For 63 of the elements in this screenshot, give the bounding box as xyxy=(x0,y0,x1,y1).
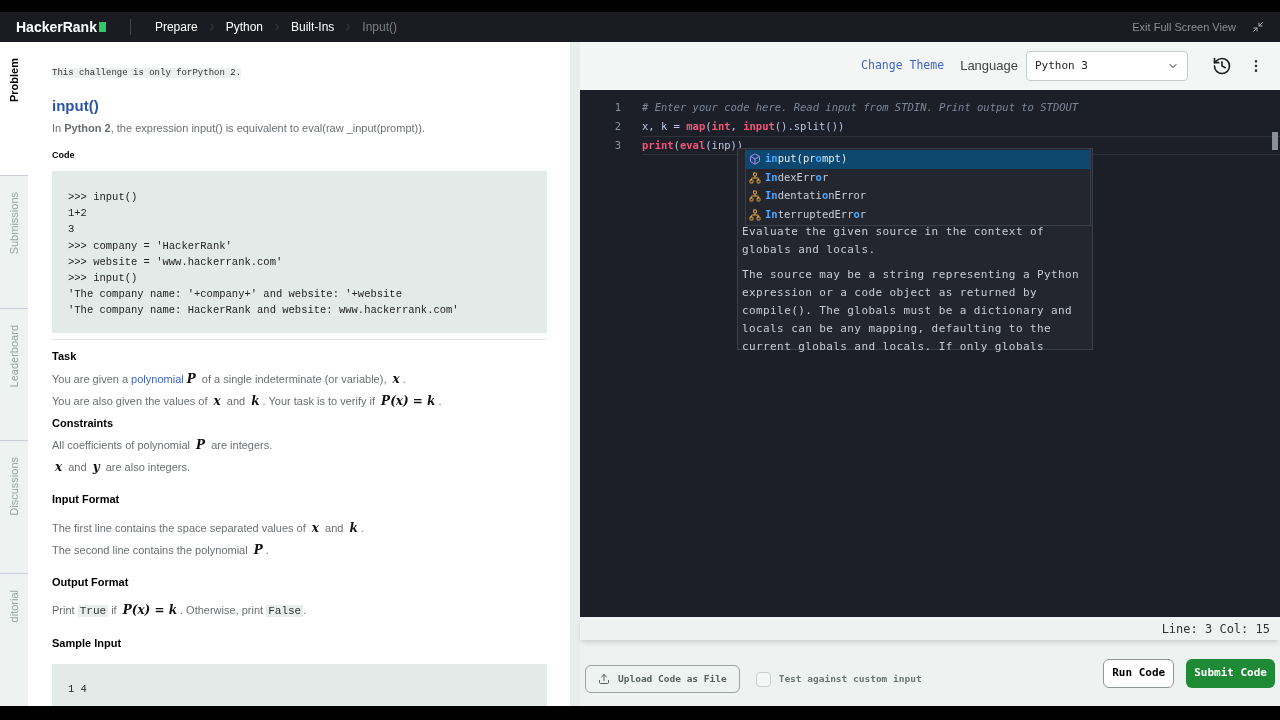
code-line: >>> company = 'HackerRank' xyxy=(68,238,232,254)
line-number: 2 xyxy=(613,118,621,134)
class-icon xyxy=(749,190,761,203)
class-icon xyxy=(749,208,761,221)
language-label: Language xyxy=(960,57,1018,76)
paragraph: The second line contains the polynomial P . xyxy=(52,541,270,559)
side-tab[interactable]: Problem xyxy=(0,42,28,175)
line-number: 3 xyxy=(613,137,621,153)
code-line: >>> website = 'www.hackerrank.com' xyxy=(68,254,283,270)
code-line: x, k = map(int, input().split()) xyxy=(642,118,846,134)
suggestion-item[interactable]: input(prompt) xyxy=(746,150,1090,169)
doc-paragraph: The source may be a string representing a Python expression or a code object as returned by compile(). The globals must be a dictionary and locals can be any mapping, defaulting to the current globals and locals. If only globals xyxy=(742,267,1080,355)
breadcrumb-link[interactable]: Python xyxy=(225,18,263,36)
paragraph: The first line contains the space separated values of x and k . xyxy=(52,519,365,537)
intro-text: In Python 2, the expression input() is equivalent to eval(raw _input(prompt)). xyxy=(52,121,426,136)
code-label: Code xyxy=(52,148,76,162)
paragraph: You are given a polynomial P of a single indeterminate (or variable), x . xyxy=(52,370,407,388)
problem-title: input() xyxy=(52,95,100,116)
submit-code-button[interactable]: Submit Code xyxy=(1186,658,1275,688)
checkbox[interactable] xyxy=(755,671,771,687)
code-line: 'The company name: '+company+' and website: '+website xyxy=(68,287,402,303)
paragraph: Print True if P(x) = k . Otherwise, print False . xyxy=(52,602,308,619)
breadcrumb-link[interactable]: Built-Ins xyxy=(291,18,335,36)
history-icon[interactable] xyxy=(1212,56,1232,76)
change-theme-link[interactable]: Change Theme xyxy=(861,57,945,75)
section-heading: Sample Input xyxy=(52,636,123,651)
run-code-button[interactable]: Run Code xyxy=(1103,658,1175,688)
code-editor[interactable] xyxy=(580,90,1280,617)
breadcrumb-link[interactable]: Input() xyxy=(362,18,398,36)
paragraph: All coefficients of polynomial P are integers. xyxy=(52,437,274,454)
polynomial-link[interactable]: polynomial xyxy=(131,372,184,385)
suggestion-item[interactable]: IndexError xyxy=(746,168,1090,187)
breadcrumb-link[interactable]: Prepare xyxy=(154,18,198,36)
suggestion-item[interactable]: IndentationError xyxy=(746,187,1090,206)
code-line: # Enter your code here. Read input from STDIN. Print output to STDOUT xyxy=(642,99,1080,115)
language-select[interactable]: Python 3 xyxy=(1026,51,1188,81)
code-line: 3 xyxy=(68,222,75,238)
section-heading: Task xyxy=(52,349,78,364)
code-line: >>> input() xyxy=(68,190,138,205)
upload-icon xyxy=(598,673,610,685)
code-line: 'The company name: HackerRank and website: www.hackerrank.com' xyxy=(68,303,459,319)
resize-handle[interactable] xyxy=(570,42,580,706)
upload-button[interactable]: Upload Code as File xyxy=(585,665,740,693)
doc-paragraph: Evaluate the given source in the context of globals and locals. xyxy=(742,224,1045,258)
cube-icon xyxy=(749,153,761,166)
section-heading: Input Format xyxy=(52,492,121,507)
minimize-icon[interactable] xyxy=(1252,21,1264,33)
section-heading: Output Format xyxy=(52,574,130,590)
suggestion-item[interactable]: InterruptedError xyxy=(746,205,1090,224)
code-line: 1+2 xyxy=(68,206,87,222)
code-line: 1 4 xyxy=(68,681,87,697)
logo[interactable]: HackerRank xyxy=(16,16,106,38)
paragraph: x and y are also integers. xyxy=(54,459,192,476)
code-line: >>> input() xyxy=(68,271,138,286)
paragraph: You are also given the values of x and k . Your task is to verify if P(x) = k . xyxy=(52,392,443,410)
line-number: 1 xyxy=(613,99,621,115)
class-icon xyxy=(749,171,761,184)
exit-fullscreen-link[interactable]: Exit Full Screen View xyxy=(1132,18,1236,36)
custom-input-label: Test against custom input xyxy=(778,671,922,686)
scrollbar-thumb[interactable] xyxy=(1272,132,1278,150)
section-heading: Constraints xyxy=(52,415,115,431)
notice: This challenge is only forPython 2. xyxy=(52,68,242,78)
cursor-position: Line: 3 Col: 15 xyxy=(1161,620,1270,638)
